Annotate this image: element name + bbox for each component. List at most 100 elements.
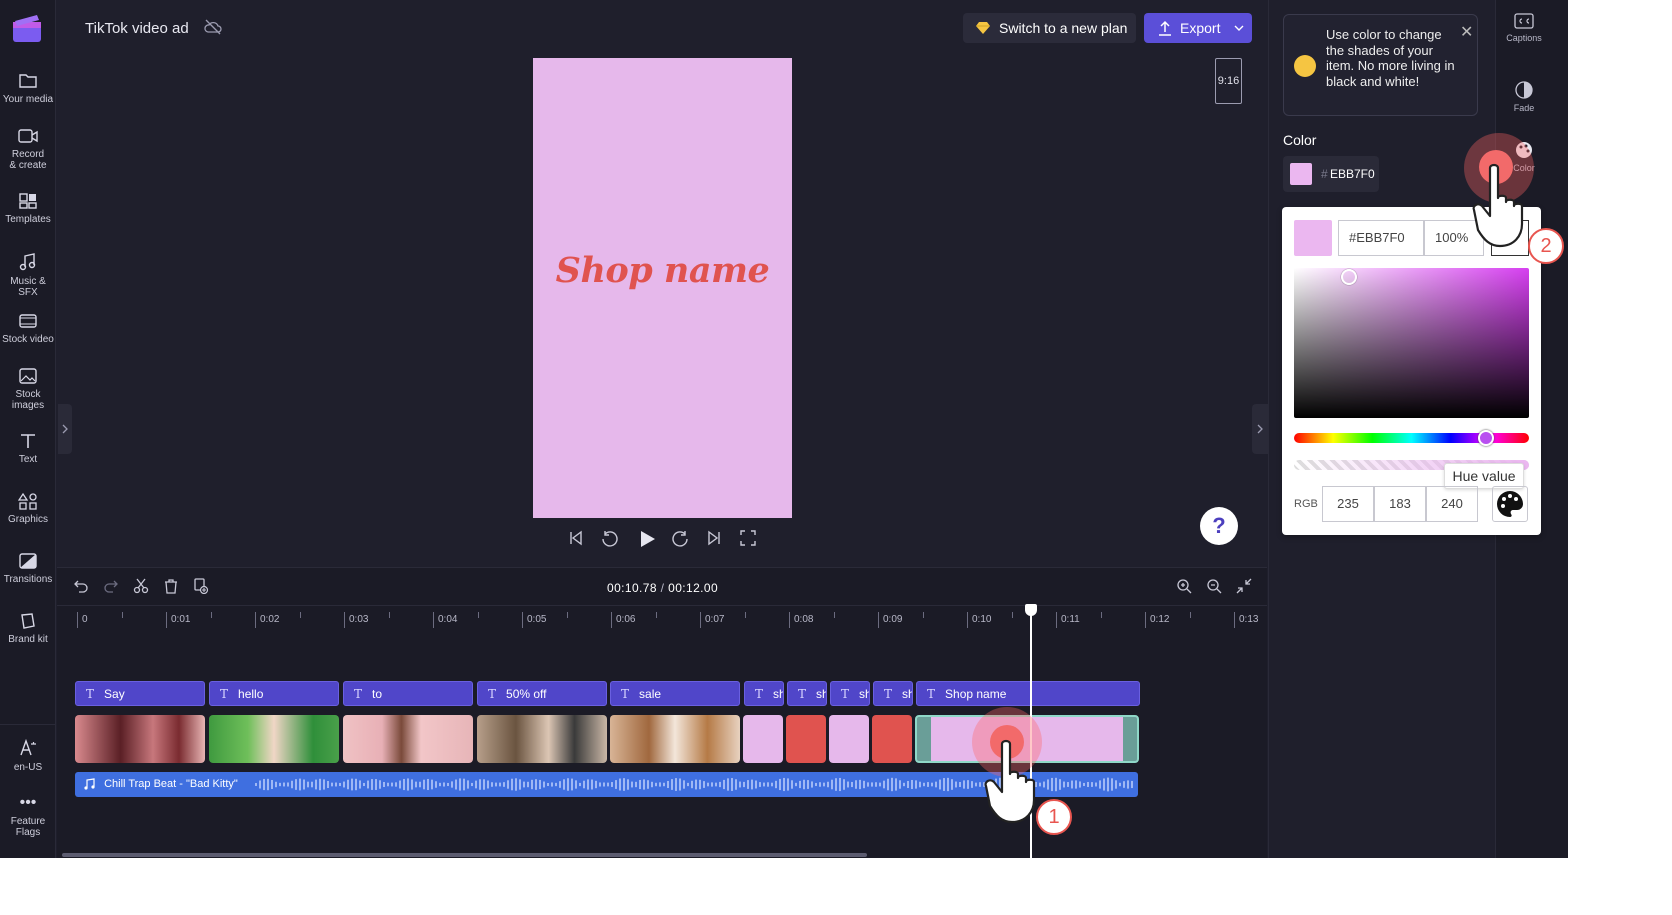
color-swatch	[1290, 163, 1312, 185]
sidebar-item-stock-images[interactable]: Stock images	[0, 367, 56, 411]
skip-back-icon[interactable]	[568, 530, 584, 546]
scissors-icon[interactable]	[133, 578, 149, 594]
waveform-bar	[299, 778, 301, 791]
color-clip[interactable]	[786, 715, 826, 763]
trash-icon[interactable]	[163, 578, 179, 594]
waveform-bar	[311, 781, 313, 788]
ruler-tick: 0:03	[344, 612, 368, 628]
video-clip[interactable]	[209, 715, 339, 763]
video-clip[interactable]	[343, 715, 473, 763]
waveform-bar	[647, 780, 649, 789]
waveform-bar	[643, 779, 645, 790]
waveform-bar	[295, 779, 297, 790]
aspect-ratio-button[interactable]: 9:16	[1215, 58, 1242, 104]
help-button[interactable]: ?	[1200, 507, 1238, 545]
waveform-bar	[607, 782, 609, 787]
captions-icon	[1514, 13, 1534, 29]
redo-icon[interactable]	[103, 578, 119, 594]
text-clip[interactable]: T Say	[75, 681, 205, 706]
audio-clip[interactable]: Chill Trap Beat - "Bad Kitty"	[75, 772, 1138, 797]
fit-timeline-icon[interactable]	[1236, 578, 1252, 594]
sidebar-item-language[interactable]: en-US	[0, 738, 56, 773]
text-clip[interactable]: T 50% off	[477, 681, 607, 706]
video-clip[interactable]	[610, 715, 740, 763]
waveform-bar	[795, 782, 797, 787]
sidebar-item-your-media[interactable]: Your media	[0, 72, 56, 105]
waveform-bar	[563, 779, 565, 790]
text-clip[interactable]: Tsh	[873, 681, 913, 706]
waveform-bar	[615, 780, 617, 789]
time-ruler[interactable]: 0 0:01 0:02 0:03 0:04 0:05 0:06 0:07 0:08 0:09 0:1…	[72, 608, 1267, 632]
sidebar-item-graphics[interactable]: Graphics	[0, 492, 56, 525]
zoom-in-icon[interactable]	[1176, 578, 1192, 594]
forward-5-icon[interactable]	[672, 530, 690, 548]
color-swatch-button[interactable]: # EBB7F0	[1283, 156, 1379, 192]
close-icon[interactable]: ✕	[1460, 25, 1473, 41]
ruler-minor-tick	[922, 612, 924, 618]
zoom-out-icon[interactable]	[1206, 578, 1222, 594]
video-clip[interactable]	[477, 715, 607, 763]
text-clip[interactable]: Thello	[209, 681, 339, 706]
waveform-bar	[399, 780, 401, 789]
color-clip[interactable]	[743, 715, 783, 763]
cloud-off-icon[interactable]	[203, 18, 223, 36]
waveform-bar	[507, 780, 509, 789]
project-title[interactable]: TikTok video ad	[85, 20, 189, 37]
red-input[interactable]: 235	[1322, 486, 1374, 522]
hue-knob[interactable]	[1478, 430, 1494, 446]
duplicate-icon[interactable]	[193, 578, 209, 594]
trim-handle-left[interactable]	[917, 717, 931, 761]
timeline-scrollbar[interactable]	[62, 853, 867, 857]
left-panel-toggle[interactable]	[58, 404, 72, 454]
color-clip[interactable]	[872, 715, 912, 763]
text-clip[interactable]: Tto	[343, 681, 473, 706]
saturation-knob[interactable]	[1341, 269, 1357, 285]
sidebar-item-record-create[interactable]: Record & create	[0, 127, 56, 171]
waveform-bar	[971, 781, 973, 788]
play-icon[interactable]	[638, 530, 656, 548]
sidebar-item-stock-video[interactable]: Stock video	[0, 312, 56, 345]
text-clip[interactable]: Tsh	[830, 681, 870, 706]
ruler-minor-tick	[388, 612, 390, 618]
preview-title-text[interactable]: Shop name	[533, 250, 792, 291]
palette-button[interactable]	[1492, 486, 1528, 522]
waveform-bar	[675, 778, 677, 791]
sidebar-item-templates[interactable]: Templates	[0, 192, 56, 225]
sidebar-item-brand-kit[interactable]: Brand kit	[0, 612, 56, 645]
video-preview[interactable]: Shop name	[533, 58, 792, 518]
ruler-tick: 0:08	[789, 612, 813, 628]
sidebar-item-transitions[interactable]: Transitions	[0, 552, 56, 585]
text-clip[interactable]: Tsh	[787, 681, 827, 706]
blue-input[interactable]: 240	[1426, 486, 1478, 522]
rail-item-captions[interactable]: Captions	[1496, 12, 1552, 43]
switch-plan-button[interactable]: Switch to a new plan	[963, 13, 1136, 43]
skip-forward-icon[interactable]	[706, 530, 722, 546]
hex-input[interactable]: #EBB7F0	[1338, 220, 1424, 256]
waveform-bar	[639, 779, 641, 790]
export-button[interactable]: Export	[1144, 13, 1252, 43]
waveform-bar	[919, 781, 921, 788]
waveform-bar	[479, 779, 481, 790]
sidebar-item-music-sfx[interactable]: Music & SFX	[0, 252, 56, 298]
video-clip[interactable]	[75, 715, 205, 763]
waveform-bar	[903, 782, 905, 787]
text-clip-selected[interactable]: T Shop name	[916, 681, 1140, 706]
undo-icon[interactable]	[73, 578, 89, 594]
image-icon	[19, 368, 37, 384]
sidebar-item-text[interactable]: Text	[0, 432, 56, 465]
sidebar-item-feature-flags[interactable]: ••• Feature Flags	[0, 795, 56, 839]
ruler-tick: 0:05	[522, 612, 546, 628]
green-input[interactable]: 183	[1374, 486, 1426, 522]
waveform-bar	[879, 782, 881, 787]
color-clip[interactable]	[829, 715, 869, 763]
text-track: TSay Thello Tto T50% off Tsale Tsh Tsh T…	[75, 681, 1175, 706]
saturation-value-area[interactable]	[1294, 268, 1529, 418]
ruler-minor-tick	[1011, 612, 1013, 618]
rail-item-fade[interactable]: Fade	[1496, 80, 1552, 113]
right-panel-toggle[interactable]	[1252, 404, 1268, 454]
text-clip[interactable]: Tsale	[610, 681, 740, 706]
rewind-5-icon[interactable]	[600, 530, 618, 548]
text-clip[interactable]: Tsh	[744, 681, 784, 706]
fullscreen-icon[interactable]	[740, 530, 756, 546]
trim-handle-right[interactable]	[1123, 717, 1137, 761]
